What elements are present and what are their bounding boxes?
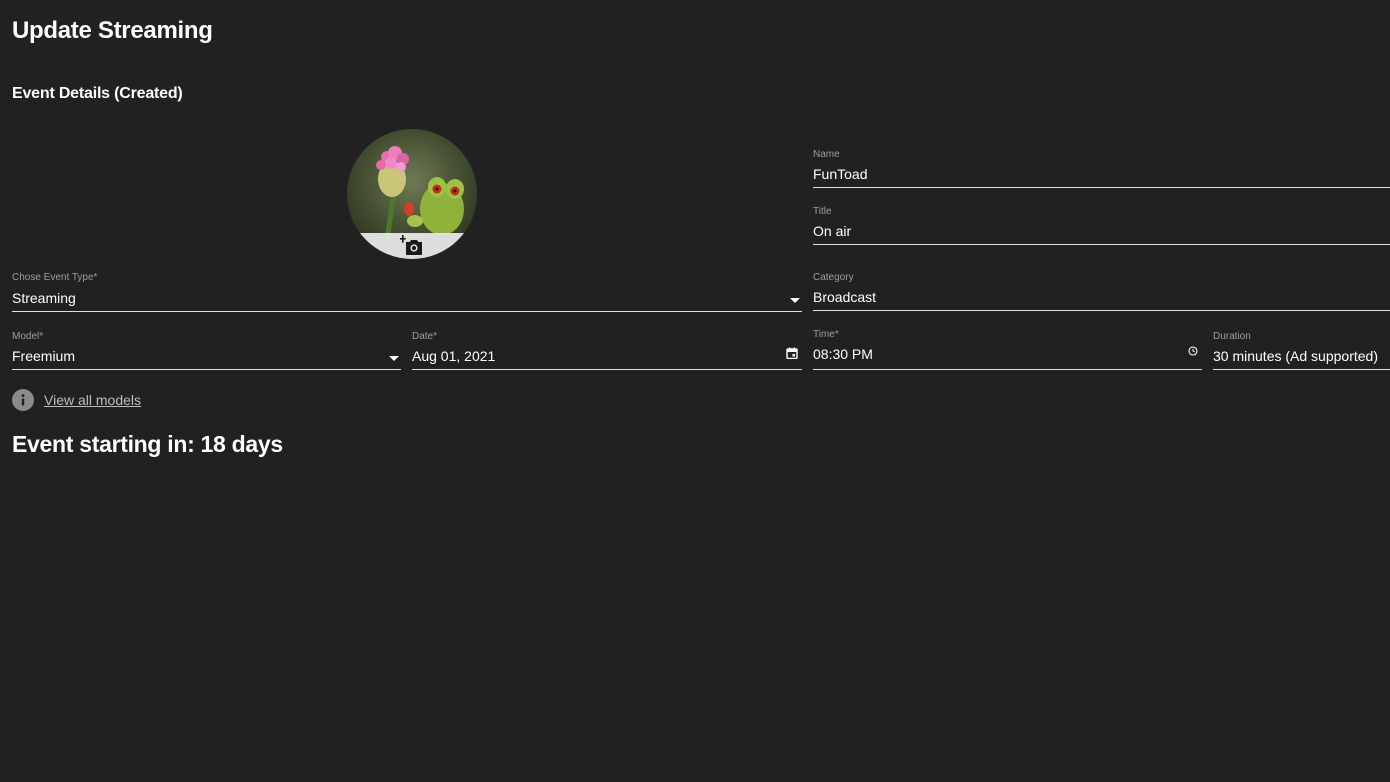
update-streaming-page: Update Streaming Event Details (Created)	[0, 0, 1390, 782]
time-field[interactable]: Time* 08:30 PM	[813, 329, 1202, 370]
event-type-value: Streaming	[12, 290, 76, 306]
event-image-upload[interactable]	[347, 129, 477, 259]
duration-field[interactable]: Duration 30 minutes (Ad supported)	[1213, 331, 1390, 370]
event-type-select[interactable]: Chose Event Type* Streaming	[12, 272, 802, 312]
model-dropdown-arrow[interactable]	[389, 356, 399, 363]
calendar-icon	[786, 347, 798, 360]
event-type-dropdown-arrow[interactable]	[790, 298, 800, 305]
duration-value: 30 minutes (Ad supported)	[1213, 348, 1378, 364]
date-picker-button[interactable]	[786, 346, 798, 364]
title-field[interactable]: Title On air	[813, 206, 1390, 245]
page-title: Update Streaming	[12, 17, 213, 44]
date-field[interactable]: Date* Aug 01, 2021	[412, 331, 802, 370]
name-value: FunToad	[813, 166, 868, 182]
time-value: 08:30 PM	[813, 346, 873, 362]
category-label: Category	[813, 272, 854, 283]
models-info-row: View all models	[12, 389, 141, 411]
model-value: Freemium	[12, 348, 76, 364]
title-label: Title	[813, 206, 832, 217]
model-label: Model*	[12, 331, 44, 342]
name-label: Name	[813, 149, 840, 160]
category-value: Broadcast	[813, 289, 877, 305]
view-all-models-link[interactable]: View all models	[44, 392, 141, 408]
clock-icon	[1188, 346, 1198, 356]
section-title: Event Details (Created)	[12, 85, 183, 102]
category-field[interactable]: Category Broadcast	[813, 272, 1390, 311]
caret-down-icon	[790, 298, 800, 303]
info-icon	[12, 389, 34, 411]
title-value: On air	[813, 223, 852, 239]
caret-down-icon	[389, 356, 399, 361]
event-type-label: Chose Event Type*	[12, 272, 98, 283]
date-label: Date*	[412, 331, 438, 342]
date-value: Aug 01, 2021	[412, 348, 496, 364]
duration-label: Duration	[1213, 331, 1251, 342]
name-field[interactable]: Name FunToad	[813, 149, 1390, 188]
event-countdown: Event starting in: 18 days	[12, 431, 283, 457]
time-label: Time*	[813, 329, 839, 340]
time-picker-button[interactable]	[1188, 343, 1198, 361]
model-select[interactable]: Model* Freemium	[12, 331, 401, 370]
add-photo-camera-icon	[400, 235, 422, 255]
